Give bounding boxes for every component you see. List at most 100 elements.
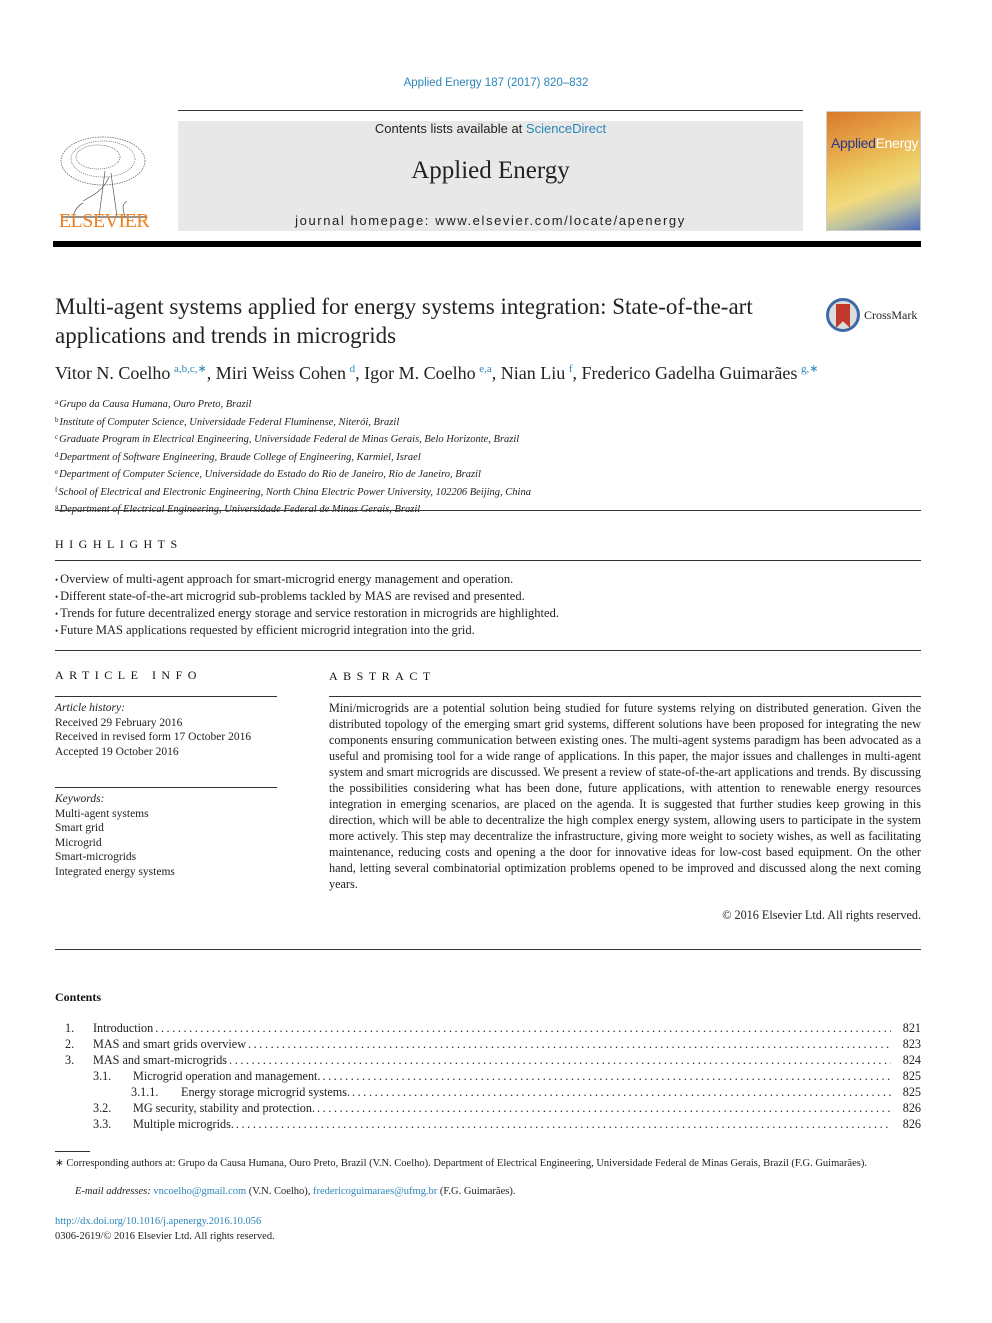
keywords: Keywords: Multi-agent systems Smart grid… [55, 792, 280, 879]
toc-number: 3.1.1. [131, 1085, 159, 1099]
header-thick-rule [53, 241, 921, 247]
front-matter-divider [55, 949, 921, 950]
table-of-contents: 1. Introduction..........................… [55, 1021, 921, 1133]
affiliation-item: cGraduate Program in Electrical Engineer… [55, 430, 755, 448]
journal-header-box: Contents lists available at ScienceDirec… [178, 121, 803, 231]
abstract-heading: ABSTRACT [329, 669, 436, 683]
author-name: Miri Weiss Cohen [215, 363, 346, 383]
abstract-divider [329, 696, 921, 697]
crossmark-button[interactable]: CrossMark [826, 298, 926, 334]
email-owner: (V.N. Coelho), [246, 1186, 314, 1197]
toc-number: 3. [65, 1053, 75, 1067]
email-owner: (F.G. Guimarães). [437, 1186, 516, 1197]
toc-page: 824 [902, 1053, 921, 1067]
cover-title: AppliedEnergy [831, 135, 918, 151]
affiliation-item: bInstitute of Computer Science, Universi… [55, 413, 755, 431]
email-label: E-mail addresses: [75, 1186, 151, 1197]
toc-entry[interactable]: 3.3. Multiple microgrids.................… [55, 1117, 921, 1133]
affiliation-item: fSchool of Electrical and Electronic Eng… [55, 483, 755, 501]
author-name: Frederico Gadelha Guimarães [581, 363, 798, 383]
email-addresses: E-mail addresses: vncoelho@gmail.com (V.… [75, 1186, 515, 1197]
toc-number: 1. [65, 1021, 75, 1035]
toc-leader-dots: ........................................… [229, 1053, 891, 1067]
affiliation-text: Department of Computer Science, Universi… [59, 469, 481, 480]
crossmark-label: CrossMark [864, 308, 918, 322]
keyword-item: Microgrid [55, 836, 102, 849]
toc-title: MAS and smart grids overview [93, 1037, 246, 1051]
affiliation-key: f [55, 485, 58, 494]
contents-available: Contents lists available at ScienceDirec… [178, 121, 803, 137]
author-name: Vitor N. Coelho [55, 363, 171, 383]
keyword-item: Smart grid [55, 822, 104, 834]
author-affiliation-link[interactable]: e,a [479, 363, 492, 375]
email-link[interactable]: fredericoguimaraes@ufmg.br [313, 1186, 437, 1197]
author-separator: , [572, 363, 582, 383]
affiliation-item: dDepartment of Software Engineering, Bra… [55, 448, 755, 466]
history-item: Received in revised form 17 October 2016 [55, 731, 252, 743]
highlight-item: Trends for future decentralized energy s… [55, 605, 925, 622]
journal-name: Applied Energy [411, 157, 570, 184]
affiliation-key: c [55, 433, 59, 441]
toc-number: 2. [65, 1037, 75, 1051]
crossmark-icon [826, 298, 860, 332]
affiliation-key: b [55, 415, 59, 424]
toc-title: Introduction [93, 1021, 154, 1035]
toc-leader-dots: ........................................… [248, 1037, 891, 1051]
affiliations-divider [55, 510, 921, 511]
toc-entry[interactable]: 3. MAS and smart-microgrids..............… [55, 1053, 921, 1069]
affiliation-key: a [55, 398, 59, 406]
toc-page: 826 [902, 1117, 921, 1131]
journal-cover-thumbnail[interactable]: AppliedEnergy [826, 111, 921, 231]
keyword-item: Smart-microgrids [55, 851, 137, 863]
doi-link[interactable]: http://dx.doi.org/10.1016/j.apenergy.201… [55, 1216, 261, 1227]
article-history: Article history: Received 29 February 20… [55, 701, 280, 759]
toc-leader-dots: ........................................… [155, 1021, 891, 1035]
toc-number: 3.2. [93, 1101, 112, 1115]
affiliation-item: eDepartment of Computer Science, Univers… [55, 465, 755, 483]
toc-leader-dots: ........................................… [352, 1085, 891, 1099]
toc-entry[interactable]: 3.1. Microgrid operation and management..… [55, 1069, 921, 1085]
affiliation-text: Institute of Computer Science, Universid… [59, 416, 400, 428]
affiliation-text: Department of Software Engineering, Brau… [59, 451, 421, 463]
abstract-copyright: © 2016 Elsevier Ltd. All rights reserved… [722, 908, 921, 922]
author-affiliation-link[interactable]: a,b,c,∗ [174, 363, 207, 375]
email-link[interactable]: vncoelho@gmail.com [153, 1186, 246, 1197]
author-list: Vitor N. Coelho a,b,c,∗, Miri Weiss Cohe… [55, 362, 935, 384]
sciencedirect-link[interactable]: ScienceDirect [526, 121, 606, 136]
highlights-heading: HIGHLIGHTS [55, 537, 183, 551]
toc-entry[interactable]: 3.2. MG security, stability and protectio… [55, 1101, 921, 1117]
toc-page: 825 [902, 1069, 921, 1083]
journal-homepage[interactable]: journal homepage: www.elsevier.com/locat… [178, 213, 803, 228]
journal-citation-link[interactable]: Applied Energy 187 (2017) 820–832 [0, 77, 992, 89]
toc-page: 826 [902, 1101, 921, 1115]
author-name: Nian Liu [500, 363, 566, 383]
highlights-bottom-divider [55, 650, 921, 651]
contents-heading: Contents [55, 990, 102, 1004]
toc-leader-dots: ........................................… [235, 1117, 891, 1131]
article-info-heading: ARTICLE INFO [55, 668, 202, 682]
keyword-item: Integrated energy systems [55, 865, 175, 878]
toc-page: 821 [902, 1021, 921, 1035]
author-separator: , [355, 363, 365, 383]
elsevier-wordmark: ELSEVIER [58, 210, 150, 232]
affiliation-key: e [55, 468, 59, 476]
keywords-label: Keywords: [55, 793, 105, 805]
toc-entry[interactable]: 1. Introduction..........................… [55, 1021, 921, 1037]
toc-number: 3.3. [93, 1117, 112, 1131]
history-item: Accepted 19 October 2016 [55, 745, 179, 758]
highlight-item: Different state-of-the-art microgrid sub… [55, 588, 925, 605]
toc-page: 823 [902, 1037, 921, 1051]
highlights-divider [55, 560, 921, 561]
toc-entry[interactable]: 2. MAS and smart grids overview..........… [55, 1037, 921, 1053]
article-history-label: Article history: [55, 702, 125, 714]
author-affiliation-link[interactable]: g,∗ [801, 363, 818, 375]
contents-available-text: Contents lists available at [374, 121, 526, 136]
affiliation-text: Graduate Program in Electrical Engineeri… [59, 434, 520, 445]
affiliation-item: aGrupo da Causa Humana, Ouro Preto, Braz… [55, 395, 755, 413]
toc-title: Microgrid operation and management. [133, 1069, 321, 1083]
keywords-divider [55, 787, 277, 788]
footnote-rule [55, 1151, 90, 1152]
highlight-item: Future MAS applications requested by eff… [55, 622, 925, 639]
highlights-list: Overview of multi-agent approach for sma… [55, 571, 925, 639]
toc-entry[interactable]: 3.1.1. Energy storage microgrid systems..… [55, 1085, 921, 1101]
